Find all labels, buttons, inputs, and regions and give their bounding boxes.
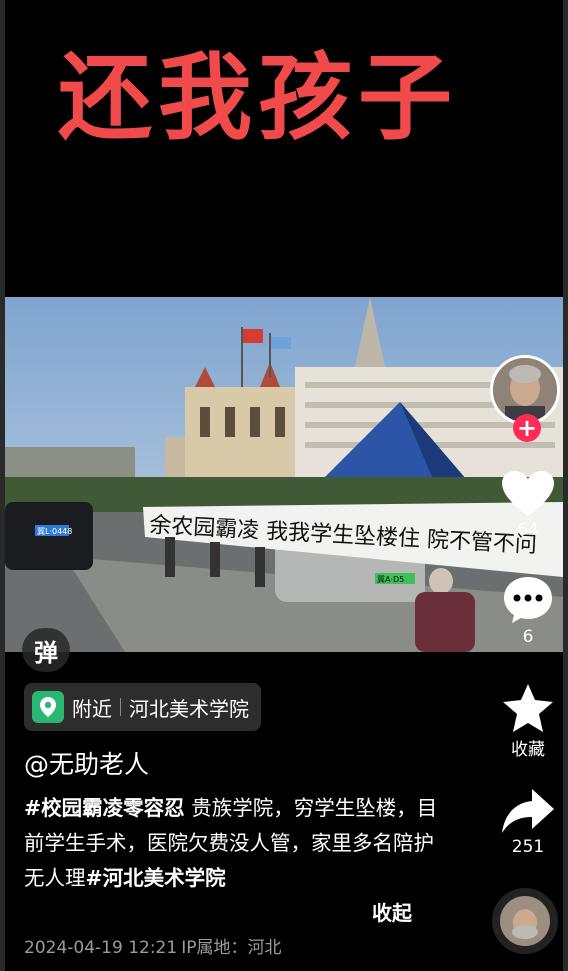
location-tag[interactable]: 附近 河北美术学院 bbox=[24, 683, 261, 731]
video-headline: 还我孩子 bbox=[58, 44, 459, 153]
favorite-label: 收藏 bbox=[511, 740, 545, 760]
share-button[interactable]: 251 bbox=[495, 787, 561, 857]
location-nearby: 附近 bbox=[72, 696, 112, 721]
svg-text:冀A·D5: 冀A·D5 bbox=[377, 574, 404, 584]
ip-location: IP属地：河北 bbox=[181, 938, 282, 958]
svg-text:冀L·0448: 冀L·0448 bbox=[37, 526, 72, 536]
favorite-button[interactable]: 收藏 bbox=[495, 683, 561, 760]
flag bbox=[271, 337, 291, 349]
flag bbox=[243, 329, 263, 343]
share-arrow-icon bbox=[502, 789, 554, 833]
location-pin-icon bbox=[32, 691, 64, 723]
hashtag-link[interactable]: #河北美术学院 bbox=[86, 866, 226, 890]
author-handle[interactable]: @无助老人 bbox=[24, 745, 149, 781]
star-icon bbox=[503, 684, 553, 732]
parked-suv: 冀L·0448 bbox=[5, 502, 93, 570]
comment-button[interactable]: 6 bbox=[495, 575, 561, 647]
like-button[interactable]: 64 bbox=[495, 470, 561, 540]
video-scene: 冀L·0448 冀A·D5 余农园霸凌 我我学生坠楼住 院不管不问 bbox=[5, 297, 563, 652]
location-divider bbox=[120, 698, 121, 716]
comment-count: 6 bbox=[522, 627, 534, 647]
heart-icon bbox=[502, 471, 554, 516]
video-player[interactable]: 冀L·0448 冀A·D5 余农园霸凌 我我学生坠楼住 院不管不问 bbox=[5, 297, 563, 652]
hashtag-link[interactable]: #校园霸凌零容忍 bbox=[24, 796, 185, 820]
danmu-toggle-button[interactable]: 弹 bbox=[22, 628, 70, 672]
post-meta: 2024-04-19 12:21 IP属地：河北 bbox=[24, 933, 281, 958]
right-edge bbox=[563, 0, 568, 971]
post-caption: #校园霸凌零容忍 贵族学院，穷学生坠楼，目前学生手术，医院欠费没人管，家里多名陪… bbox=[24, 791, 454, 896]
follow-button[interactable]: + bbox=[513, 414, 541, 442]
comment-icon bbox=[504, 577, 552, 623]
music-cover-image bbox=[500, 896, 550, 946]
avatar-image bbox=[493, 358, 557, 422]
music-disc[interactable] bbox=[492, 888, 558, 954]
like-count: 64 bbox=[517, 520, 539, 540]
location-place: 河北美术学院 bbox=[129, 696, 249, 721]
post-date: 2024-04-19 12:21 bbox=[24, 938, 178, 958]
collapse-button[interactable]: 收起 bbox=[372, 897, 412, 926]
share-count: 251 bbox=[511, 837, 545, 857]
